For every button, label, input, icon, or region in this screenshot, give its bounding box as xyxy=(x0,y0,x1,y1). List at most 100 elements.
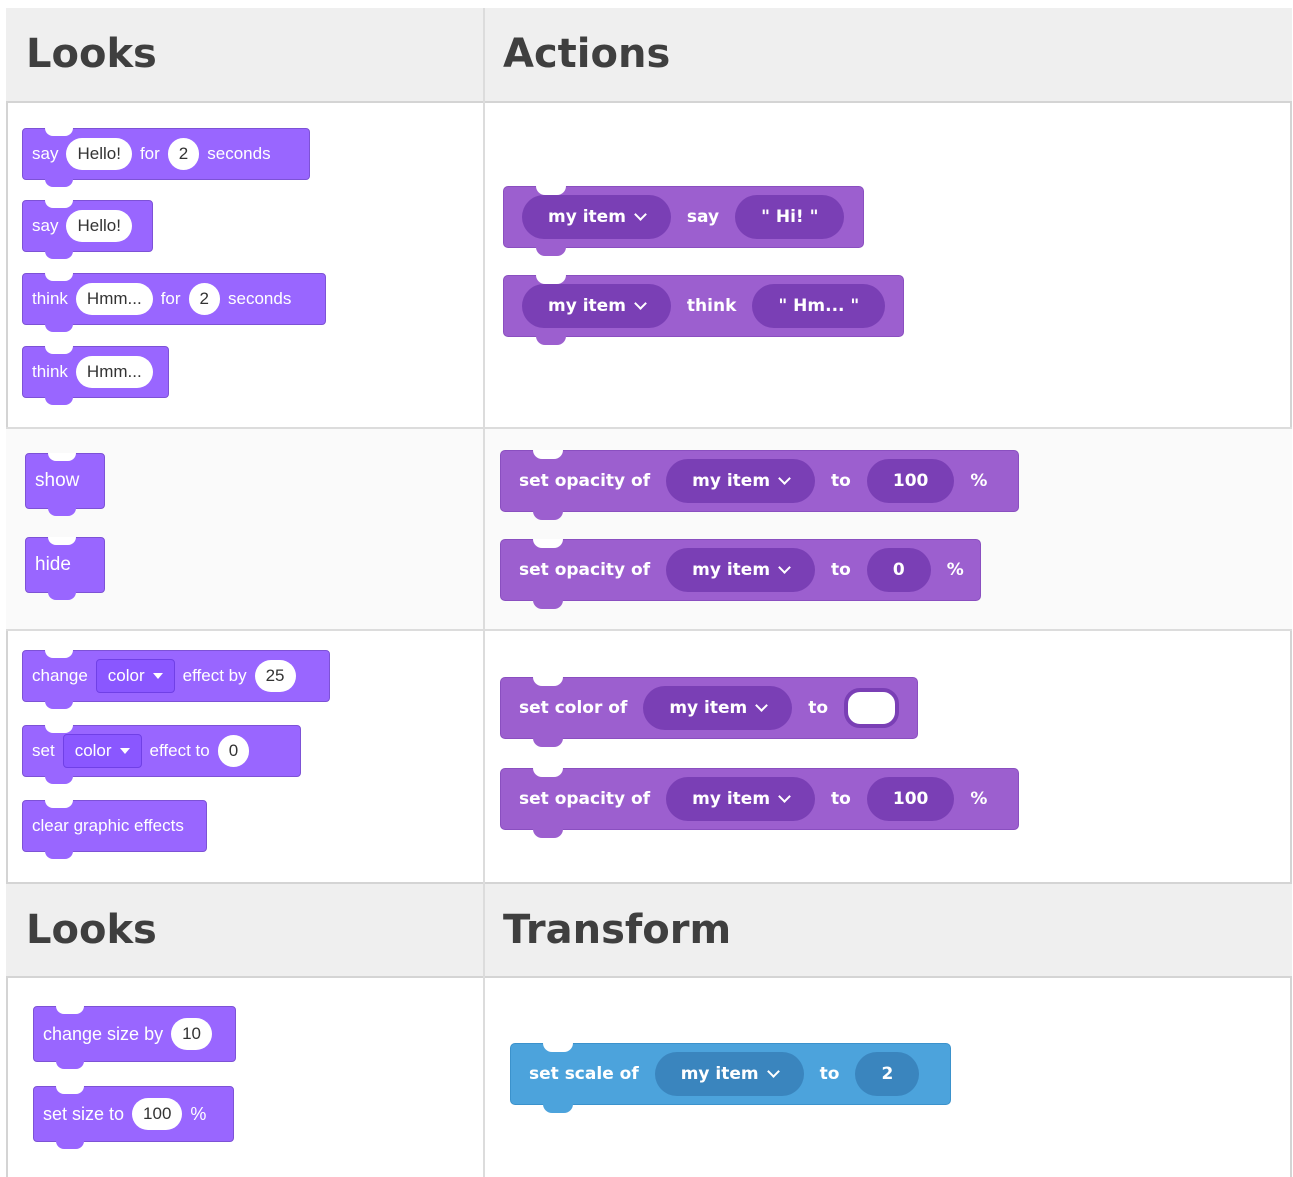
hide-block[interactable]: hide xyxy=(25,537,105,600)
number-input[interactable]: 25 xyxy=(254,660,296,692)
set-scale-block[interactable]: set scale of my item to 2 xyxy=(510,1043,951,1113)
set-opacity-reset-block[interactable]: set opacity of my item to 100 % xyxy=(500,768,1019,838)
sprite-dropdown[interactable]: my item xyxy=(522,284,671,328)
dropdown-value: color xyxy=(74,741,112,760)
say-for-seconds-block[interactable]: say Hello! for 2 seconds xyxy=(22,128,310,187)
text-input[interactable]: Hello! xyxy=(66,138,132,170)
dropdown-value: my item xyxy=(692,789,771,809)
block-verb: think xyxy=(32,362,68,381)
set-effect-block[interactable]: set color effect to 0 xyxy=(22,725,301,784)
dropdown-value: my item xyxy=(548,296,626,316)
chevron-down-icon xyxy=(778,561,791,574)
chevron-down-icon xyxy=(766,1065,780,1078)
change-effect-block[interactable]: change color effect by 25 xyxy=(22,650,330,709)
text-input[interactable]: Hmm... xyxy=(75,356,153,388)
seconds-input[interactable]: 2 xyxy=(167,138,200,170)
block-verb: say xyxy=(686,207,720,227)
block-unit: % xyxy=(970,789,988,809)
dropdown-value: my item xyxy=(669,698,748,718)
block-label: set opacity of xyxy=(519,789,651,809)
block-verb: think xyxy=(686,296,737,316)
block-verb: set xyxy=(32,741,55,760)
header-looks: Looks xyxy=(26,31,157,77)
block-label: set scale of xyxy=(529,1064,639,1084)
chevron-down-icon xyxy=(755,699,769,712)
chevron-down-icon xyxy=(778,790,791,803)
change-size-block[interactable]: change size by 10 xyxy=(33,1006,236,1069)
dropdown-value: color xyxy=(107,666,145,685)
color-picker-swatch[interactable] xyxy=(844,688,899,728)
sprite-say-block[interactable]: my item say " Hi! " xyxy=(503,186,864,256)
header-looks-2: Looks xyxy=(26,907,157,953)
header-actions: Actions xyxy=(503,31,671,77)
header-row-1: Looks Actions xyxy=(6,8,1292,103)
sprite-dropdown[interactable]: my item xyxy=(666,459,816,503)
sprite-dropdown[interactable]: my item xyxy=(654,1052,804,1096)
block-label: for xyxy=(160,289,181,308)
sprite-think-block[interactable]: my item think " Hm... " xyxy=(503,275,904,345)
sprite-dropdown[interactable]: my item xyxy=(643,686,793,730)
number-input[interactable]: 100 xyxy=(132,1098,183,1130)
set-color-block[interactable]: set color of my item to xyxy=(500,677,918,747)
block-verb: change xyxy=(32,666,88,685)
block-unit: % xyxy=(970,471,988,491)
block-label: effect by xyxy=(182,666,247,685)
block-verb: clear graphic effects xyxy=(32,816,184,835)
number-input[interactable]: 100 xyxy=(866,459,955,503)
block-label: for xyxy=(139,144,160,163)
block-label: seconds xyxy=(228,289,292,308)
set-opacity-100-block[interactable]: set opacity of my item to 100 % xyxy=(500,450,1019,520)
number-input[interactable]: 0 xyxy=(866,548,931,592)
sprite-dropdown[interactable]: my item xyxy=(666,777,816,821)
block-label: set opacity of xyxy=(519,471,651,491)
header-transform: Transform xyxy=(503,907,732,953)
block-unit: % xyxy=(190,1103,207,1124)
chevron-down-icon xyxy=(634,208,647,221)
row-divider xyxy=(6,629,1292,631)
dropdown-value: my item xyxy=(548,207,626,227)
chevron-down-icon xyxy=(634,297,647,310)
block-label: to xyxy=(831,789,851,809)
block-label: set opacity of xyxy=(519,560,651,580)
show-block[interactable]: show xyxy=(25,453,105,516)
clear-graphic-effects-block[interactable]: clear graphic effects xyxy=(22,800,207,859)
column-divider xyxy=(483,8,485,1177)
block-verb: think xyxy=(32,289,68,308)
say-block[interactable]: say Hello! xyxy=(22,200,153,259)
text-input[interactable]: " Hi! " xyxy=(735,195,845,239)
block-verb: hide xyxy=(35,554,71,575)
chevron-down-icon xyxy=(778,472,791,485)
effect-dropdown[interactable]: color xyxy=(95,659,175,693)
dropdown-value: my item xyxy=(692,560,771,580)
text-input[interactable]: Hello! xyxy=(66,210,132,242)
block-label: change size by xyxy=(43,1023,164,1044)
number-input[interactable]: 2 xyxy=(855,1052,920,1096)
dropdown-arrow-icon xyxy=(152,673,163,679)
number-input[interactable]: 100 xyxy=(866,777,955,821)
think-for-seconds-block[interactable]: think Hmm... for 2 seconds xyxy=(22,273,326,332)
seconds-input[interactable]: 2 xyxy=(188,283,221,315)
block-label: effect to xyxy=(149,741,210,760)
block-label: to xyxy=(831,471,851,491)
block-verb: say xyxy=(32,216,59,235)
dropdown-arrow-icon xyxy=(119,748,130,754)
block-label: to xyxy=(808,698,829,718)
effect-dropdown[interactable]: color xyxy=(62,734,142,768)
text-input[interactable]: Hmm... xyxy=(75,283,153,315)
block-label: set color of xyxy=(519,698,628,718)
set-opacity-0-block[interactable]: set opacity of my item to 0 % xyxy=(500,539,981,609)
dropdown-value: my item xyxy=(692,471,771,491)
block-verb: say xyxy=(32,144,59,163)
block-label: set size to xyxy=(43,1103,125,1124)
sprite-dropdown[interactable]: my item xyxy=(522,195,671,239)
block-label: seconds xyxy=(207,144,271,163)
sprite-dropdown[interactable]: my item xyxy=(666,548,816,592)
number-input[interactable]: 0 xyxy=(217,735,250,767)
text-input[interactable]: " Hm... " xyxy=(752,284,886,328)
header-row-2: Looks Transform xyxy=(6,882,1292,978)
think-block[interactable]: think Hmm... xyxy=(22,346,169,405)
number-input[interactable]: 10 xyxy=(171,1018,212,1050)
block-verb: show xyxy=(35,470,80,491)
dropdown-value: my item xyxy=(680,1064,759,1084)
set-size-block[interactable]: set size to 100 % xyxy=(33,1086,234,1149)
